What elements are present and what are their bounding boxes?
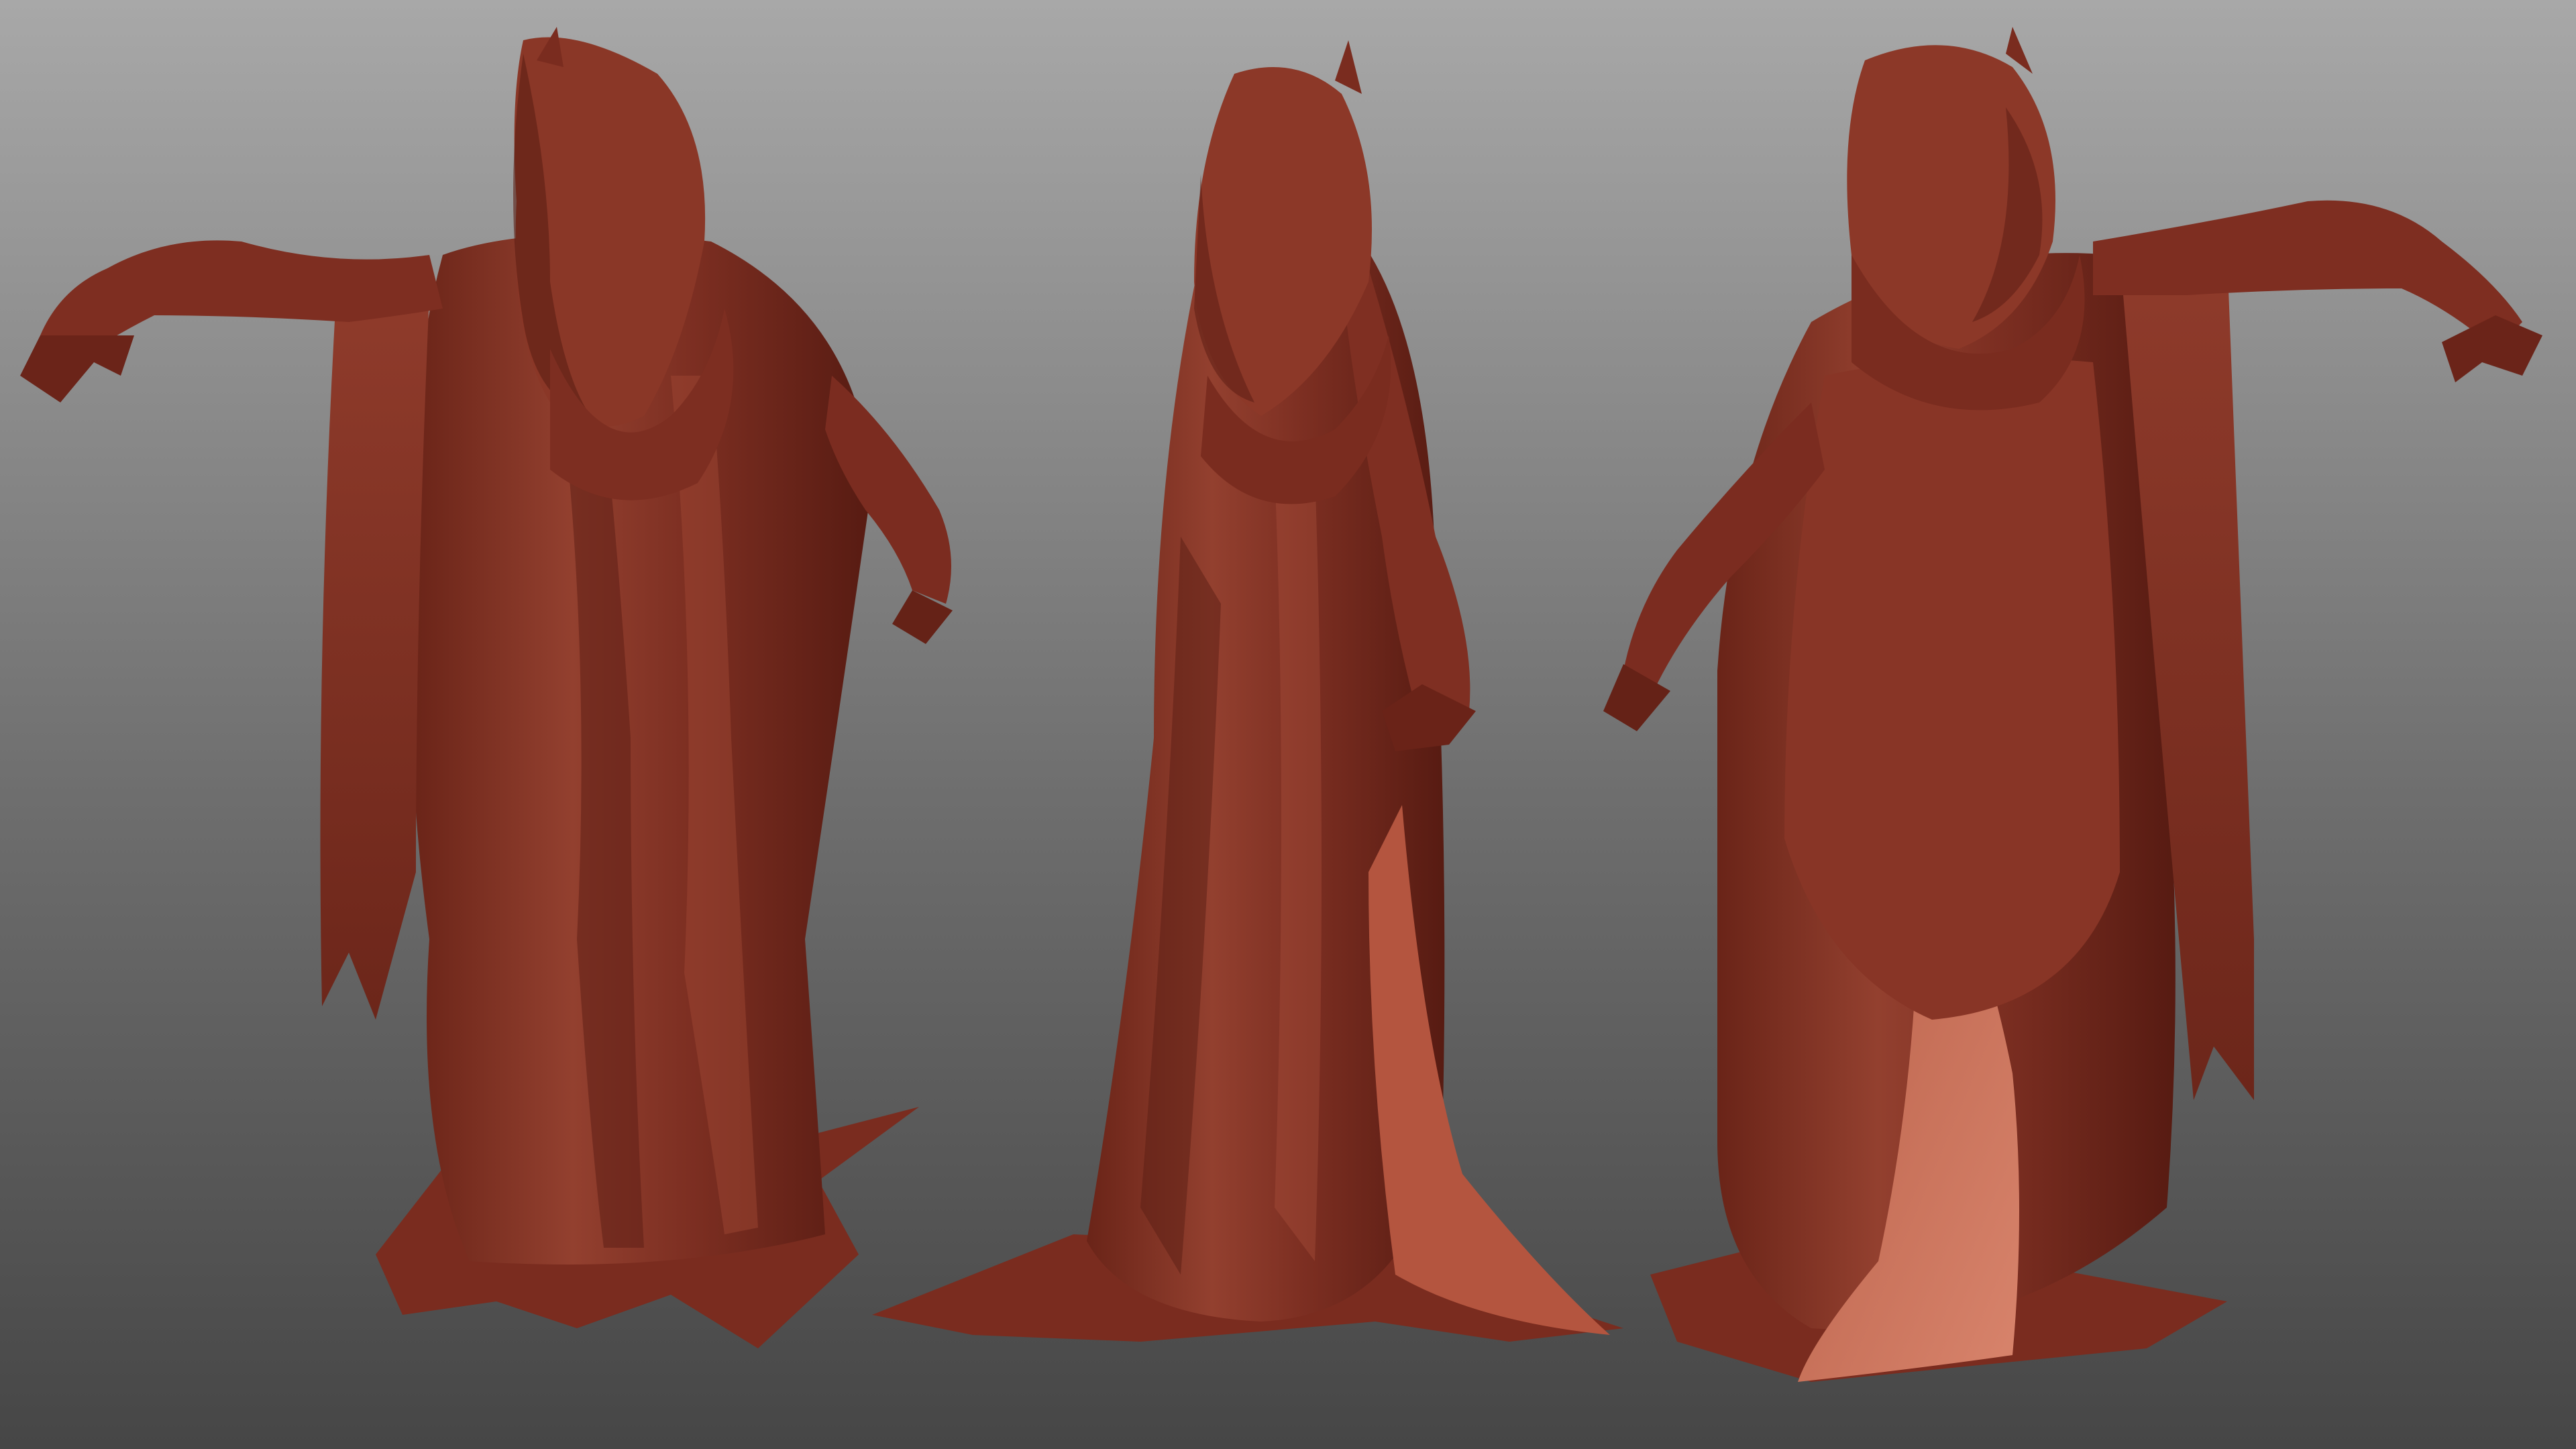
cape-panel: [1784, 358, 2120, 1020]
render-canvas: [0, 0, 2576, 1449]
robe-fold: [1275, 470, 1322, 1261]
